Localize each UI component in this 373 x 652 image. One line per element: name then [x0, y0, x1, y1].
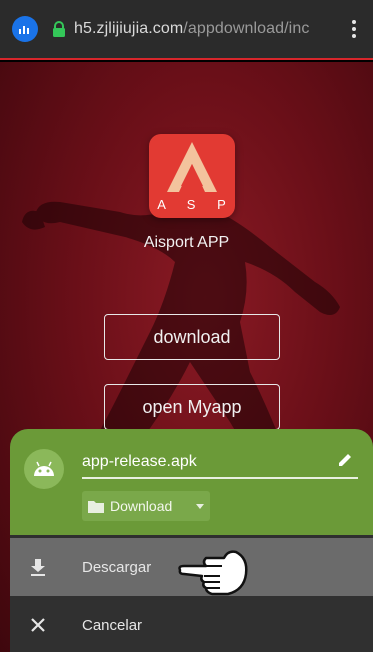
browser-toolbar: h5.zjlijiujia.com/appdownload/inc	[0, 0, 373, 60]
download-action-label: Descargar	[82, 558, 152, 576]
more-vertical-icon[interactable]	[345, 18, 363, 40]
download-arrow-icon	[31, 559, 45, 576]
url-host: h5.zjlijiujia.com	[74, 20, 184, 37]
url-path: /appdownload/inc	[183, 20, 310, 37]
file-name-input[interactable]: app-release.apk	[82, 453, 197, 471]
file-name-underline	[82, 477, 358, 479]
download-button[interactable]: download	[104, 314, 280, 360]
app-logo: A S P	[149, 134, 235, 218]
folder-label: Download	[110, 498, 173, 514]
cancel-action-label: Cancelar	[82, 616, 143, 634]
cancel-action[interactable]: Cancelar	[10, 596, 373, 652]
pencil-icon[interactable]	[336, 451, 354, 469]
url-bar[interactable]: h5.zjlijiujia.com/appdownload/inc	[74, 20, 319, 38]
chevron-down-icon	[196, 503, 204, 509]
lock-icon	[53, 21, 65, 37]
close-icon	[31, 618, 45, 632]
download-sheet-header: app-release.apk Download	[10, 429, 373, 535]
pointing-hand-icon	[178, 550, 248, 596]
android-icon	[24, 449, 64, 489]
app-name: Aisport APP	[143, 234, 230, 251]
folder-icon	[88, 500, 104, 513]
folder-select[interactable]: Download	[82, 491, 210, 521]
logo-text: A S P	[157, 197, 235, 212]
home-badge-icon[interactable]	[12, 16, 38, 42]
open-app-button[interactable]: open Myapp	[104, 384, 280, 430]
